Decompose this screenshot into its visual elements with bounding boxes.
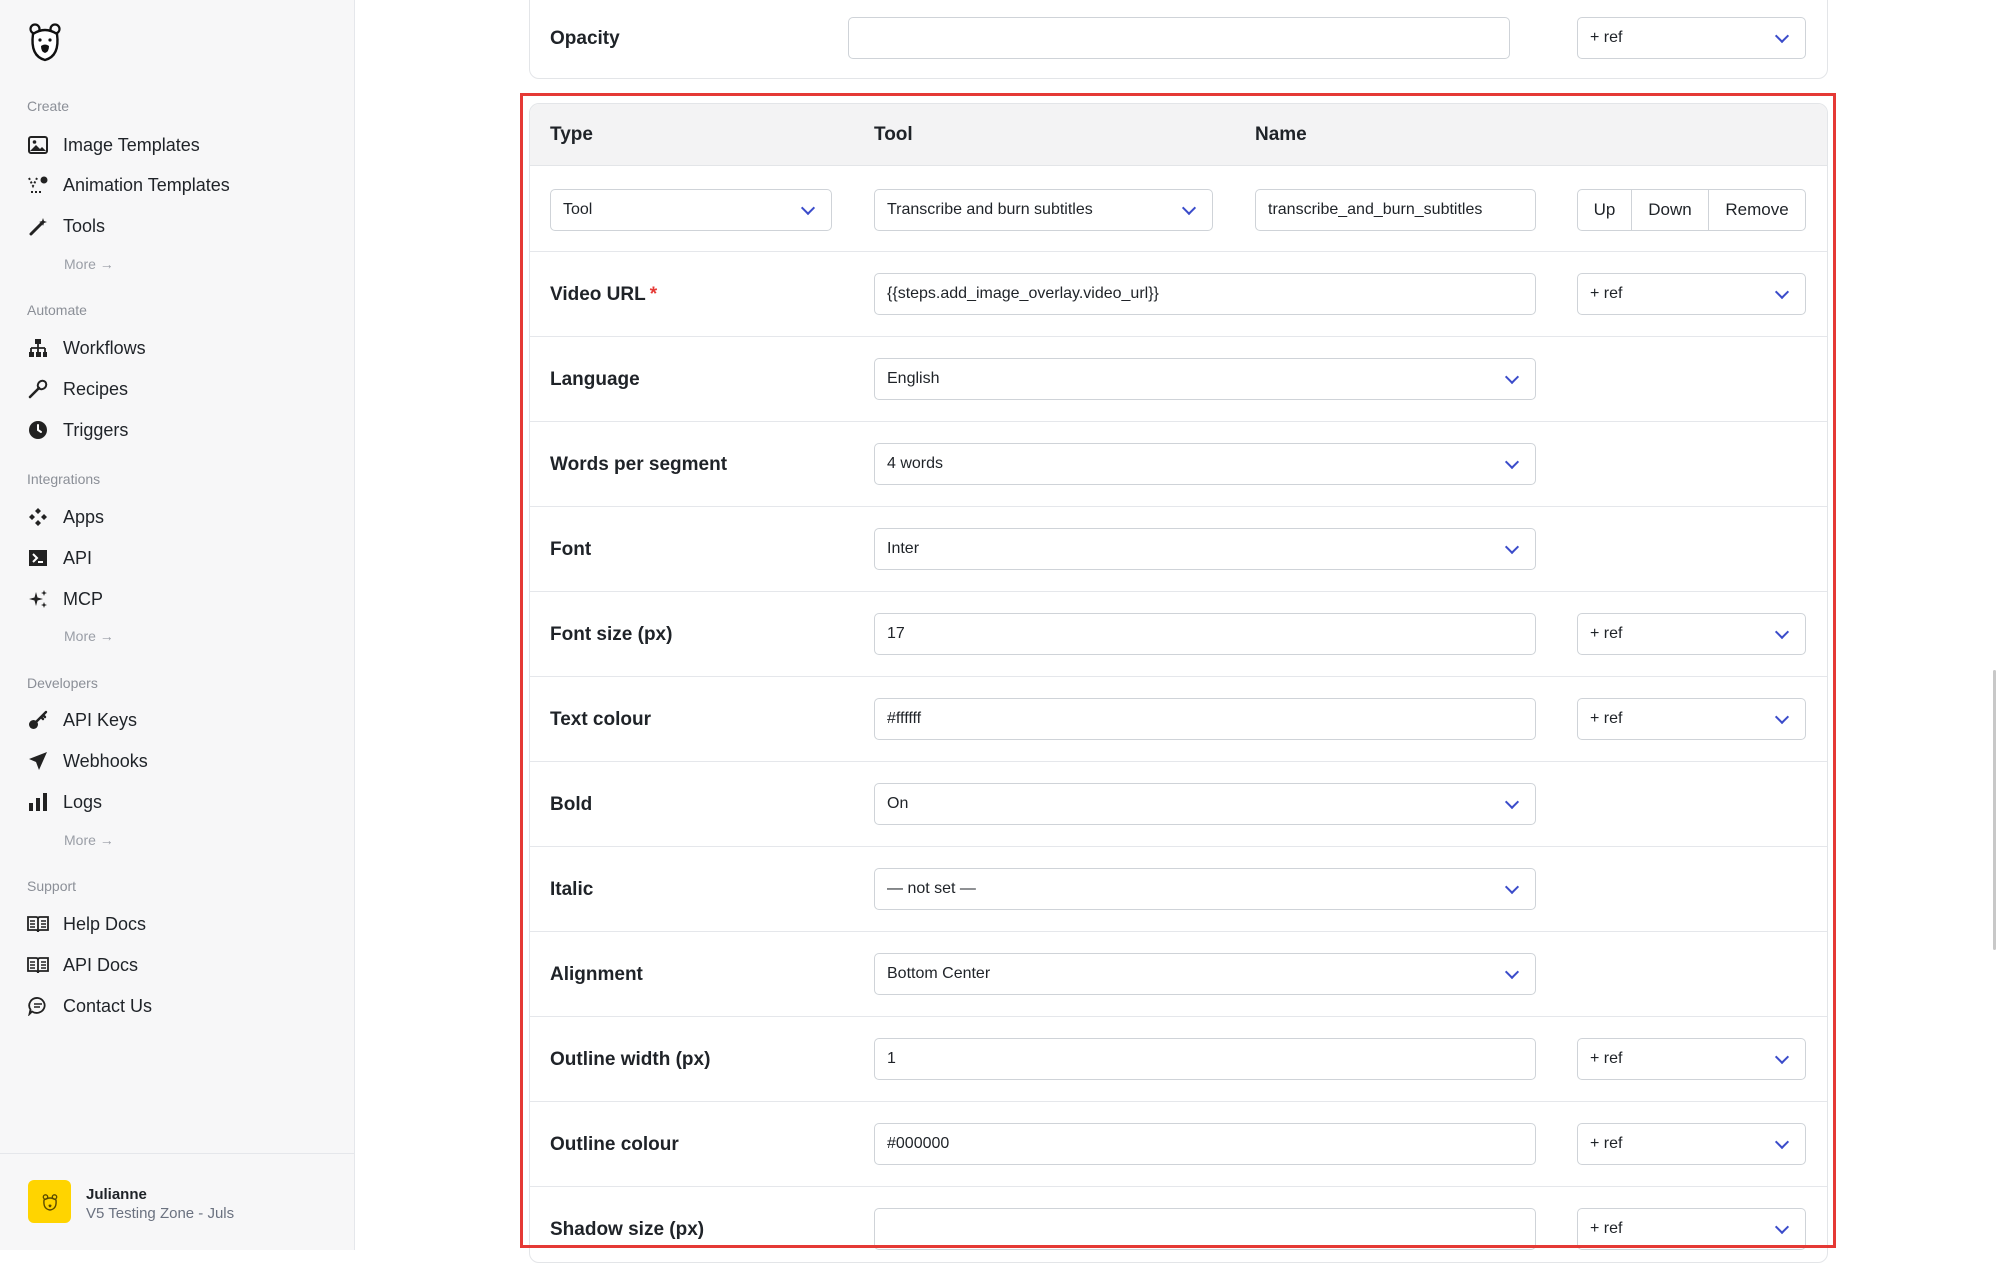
sidebar-item-label: Webhooks [63,750,148,771]
sidebar-item-label: Triggers [63,419,129,440]
sidebar-item-tools[interactable]: Tools [27,211,105,241]
image-icon [27,134,49,156]
scrollbar[interactable] [1993,670,1996,950]
user-name: Julianne [86,1186,147,1203]
opacity-ref-select[interactable]: + ref [1577,17,1806,59]
bear-logo-icon[interactable] [28,20,62,62]
sidebar-item-apps[interactable]: Apps [27,502,104,532]
sidebar-item-workflows[interactable]: Workflows [27,333,146,363]
sidebar-item-label: Tools [63,215,106,236]
section-create: Create [27,98,70,114]
sidebar-item-help-docs[interactable]: Help Docs [27,909,146,939]
sidebar-item-contact-us[interactable]: Contact Us [27,991,152,1021]
sidebar-item-api-docs[interactable]: API Docs [27,950,138,980]
more-link-integrations[interactable]: More → [64,628,114,644]
magic-wand-icon [27,215,49,237]
book-icon [27,913,49,935]
sidebar-item-logs[interactable]: Logs [27,787,102,817]
send-icon [27,750,49,772]
sidebar-item-label: Image Templates [63,134,200,155]
sidebar-item-label: Logs [63,791,103,812]
previous-step-card: Opacity + ref [529,0,1828,79]
sidebar-item-api-keys[interactable]: API Keys [27,705,137,735]
key-icon [27,709,49,731]
sidebar-item-label: API Docs [63,954,139,975]
sidebar-item-label: API [63,547,93,568]
sidebar-item-recipes[interactable]: Recipes [27,374,128,404]
opacity-input[interactable] [848,17,1510,59]
avatar [28,1180,71,1223]
sidebar-item-label: Contact Us [63,995,153,1016]
user-zone: V5 Testing Zone - Juls [86,1205,235,1222]
sidebar-item-api[interactable]: API [27,543,92,573]
sidebar-item-image-templates[interactable]: Image Templates [27,130,200,160]
clock-icon [27,419,49,441]
sidebar-item-webhooks[interactable]: Webhooks [27,746,148,776]
selection-highlight [520,93,1836,1248]
sparkles-icon [27,588,49,610]
sidebar-item-label: Apps [63,506,105,527]
sidebar-item-mcp[interactable]: MCP [27,584,103,614]
spoon-icon [27,378,49,400]
sidebar-item-label: Workflows [63,337,146,358]
section-support: Support [27,878,77,894]
field-label-opacity: Opacity [550,28,620,49]
user-menu[interactable]: Julianne V5 Testing Zone - Juls [0,1153,355,1250]
more-link-create[interactable]: More → [64,256,114,272]
bar-chart-icon [27,791,49,813]
terminal-icon [27,547,49,569]
sidebar-item-triggers[interactable]: Triggers [27,415,128,445]
section-developers: Developers [27,675,98,691]
sidebar-item-animation-templates[interactable]: Animation Templates [27,170,230,200]
sidebar-item-label: MCP [63,588,103,609]
sidebar-item-label: API Keys [63,709,138,730]
more-link-developers[interactable]: More → [64,832,114,848]
section-integrations: Integrations [27,471,101,487]
chat-bubble-icon [27,995,49,1017]
animation-icon [27,174,49,196]
apps-icon [27,506,49,528]
workflow-icon [27,337,49,359]
book-icon [27,954,49,976]
section-automate: Automate [27,302,87,318]
sidebar-item-label: Recipes [63,378,129,399]
sidebar-item-label: Animation Templates [63,174,230,195]
sidebar-item-label: Help Docs [63,913,147,934]
sidebar: Create Image Templates Animation Templat… [0,0,355,1250]
